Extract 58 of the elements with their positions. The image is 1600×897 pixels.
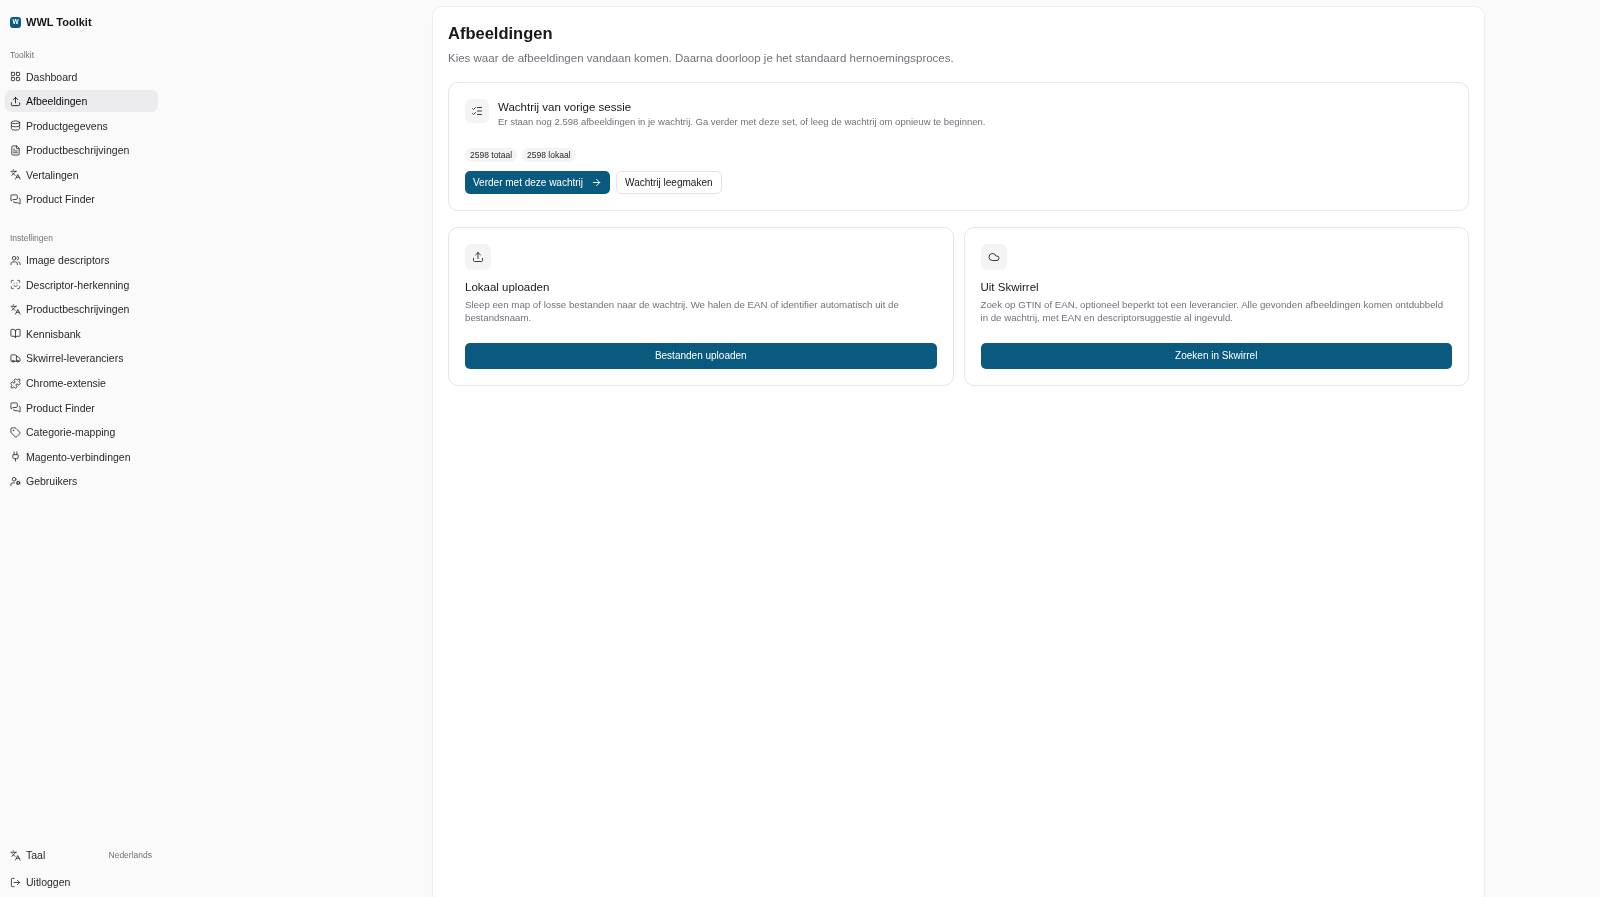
chat-bubbles-icon — [10, 402, 21, 414]
translate-icon — [10, 303, 21, 315]
nav-item[interactable]: Chrome-extensie — [5, 372, 158, 395]
upload-icon — [465, 244, 491, 270]
nav-group-label: Instellingen — [9, 232, 54, 246]
face-scan-icon — [10, 279, 21, 291]
plug-icon — [10, 451, 21, 463]
translate-icon — [10, 849, 21, 861]
nav-item[interactable]: Afbeeldingen — [5, 90, 158, 113]
nav-item[interactable]: Skwirrel-leveranciers — [5, 347, 158, 370]
nav-item[interactable]: Dashboard — [5, 65, 158, 88]
document-icon — [10, 144, 21, 156]
cloud-icon — [980, 244, 1007, 270]
book-icon — [10, 328, 21, 340]
page-subtitle: Kies waar de afbeeldingen vandaan komen. Daarna doorloop je het standaard hernoemingsproces. — [448, 51, 955, 66]
count-badge: 2598 totaal — [465, 148, 518, 162]
nav-item[interactable]: Magento-verbindingen — [5, 445, 158, 468]
clear-queue-button[interactable]: Wachtrij leegmaken — [616, 170, 722, 194]
nav-item[interactable]: Kennisbank — [5, 322, 158, 345]
puzzle-icon — [10, 377, 21, 389]
checklist-icon — [465, 99, 489, 123]
language-button[interactable]: Taal — [5, 844, 51, 866]
chat-bubbles-icon — [10, 193, 21, 205]
users-icon — [10, 254, 21, 266]
grid-icon — [10, 71, 21, 82]
source-description: Zoek op GTIN of EAN, optioneel beperkt tot een leverancier. Alle gevonden afbeeldingen komen ontdubbeld in de wachtrij, met EAN en descriptorsuggestie al ingevuld. — [980, 297, 1445, 324]
database-icon — [10, 120, 21, 132]
arrow-right-icon — [591, 176, 603, 188]
nav-item[interactable]: Productgegevens — [5, 114, 158, 137]
queue-title: Wachtrij van vorige sessie — [498, 100, 633, 114]
tag-icon — [10, 426, 21, 438]
logout-icon — [10, 876, 21, 888]
source-action-button[interactable]: Bestanden uploaden — [465, 343, 937, 369]
truck-icon — [10, 352, 21, 364]
translate-icon — [10, 169, 21, 181]
source-description: Sleep een map of losse bestanden naar de wachtrij. We halen de EAN of identifier automatisch uit de bestandsnaam. — [465, 297, 900, 324]
continue-queue-button[interactable]: Verder met deze wachtrij — [465, 170, 611, 194]
nav-item[interactable]: Image descriptors — [5, 249, 158, 272]
nav-group-label: Toolkit — [9, 48, 36, 62]
count-badge: 2598 lokaal — [522, 148, 576, 162]
app-name: WWL Toolkit — [26, 16, 92, 28]
nav-item[interactable]: Categorie-mapping — [5, 421, 158, 444]
nav-item[interactable]: Product Finder — [5, 396, 158, 419]
nav-item[interactable]: Productbeschrijvingen — [5, 298, 158, 321]
source-title: Lokaal uploaden — [465, 279, 551, 295]
user-gear-icon — [10, 475, 21, 487]
upload-icon — [10, 95, 21, 107]
logout-button[interactable]: Uitloggen — [5, 871, 158, 893]
source-title: Uit Skwirrel — [980, 279, 1040, 295]
nav-item[interactable]: Product Finder — [5, 188, 158, 211]
nav-item[interactable]: Productbeschrijvingen — [5, 139, 158, 162]
nav-item[interactable]: Gebruikers — [5, 470, 158, 493]
nav-item[interactable]: Vertalingen — [5, 163, 158, 186]
language-value: Nederlands — [108, 850, 152, 860]
nav-item[interactable]: Descriptor-herkenning — [5, 273, 158, 296]
source-action-button[interactable]: Zoeken in Skwirrel — [980, 343, 1452, 369]
page-title: Afbeeldingen — [448, 23, 554, 44]
queue-description: Er staan nog 2.598 afbeeldingen in je wachtrij. Ga verder met deze set, of leeg de wachtrij om opnieuw te beginnen. — [498, 115, 986, 129]
